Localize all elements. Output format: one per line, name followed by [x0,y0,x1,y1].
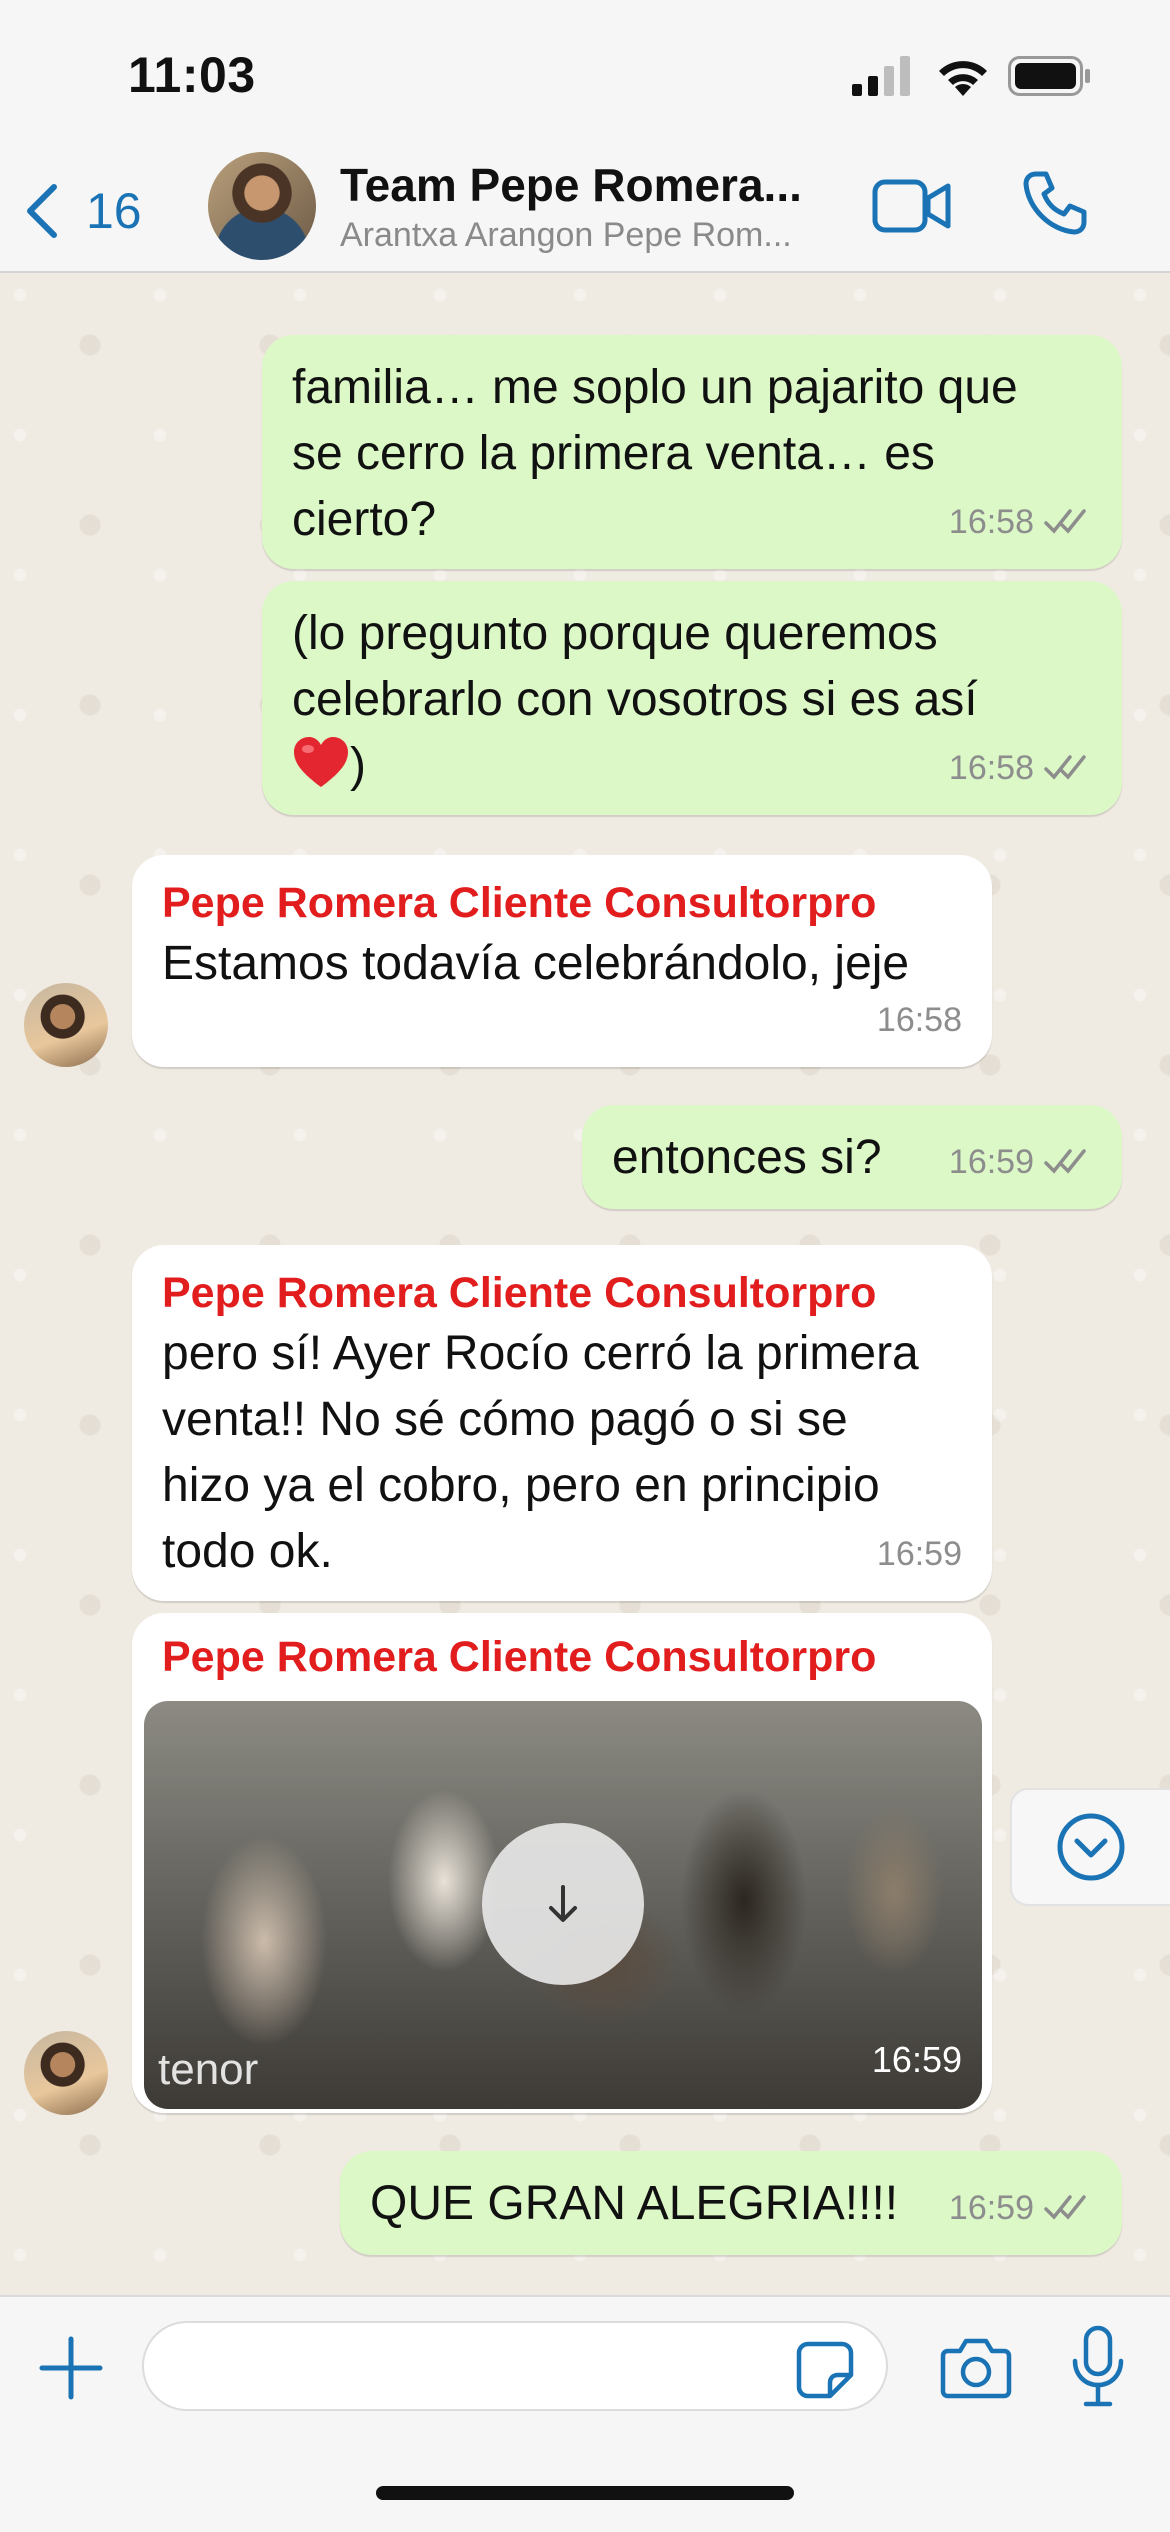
outgoing-message[interactable]: familia… me soplo un pajarito que se cer… [262,335,1122,569]
wifi-icon [939,61,987,96]
sender-name[interactable]: Pepe Romera Cliente Consultorpro [162,1265,962,1321]
download-button[interactable] [482,1823,644,1985]
plus-icon[interactable] [36,2333,106,2403]
incoming-message[interactable]: Pepe Romera Cliente Consultorpro Estamos… [132,855,992,1067]
download-icon [549,1885,577,1922]
double-check-icon [1044,755,1086,780]
message-text-line: venta!! No sé cómo pagó o si se [162,1393,848,1446]
message-text-line: familia… me soplo un pajarito que [292,361,1018,414]
red-heart-emoji [294,737,348,787]
message-time: 16:58 [948,749,1034,787]
sender-name[interactable]: Pepe Romera Cliente Consultorpro [144,1629,980,1685]
incoming-media-message[interactable]: Pepe Romera Cliente Consultorpro tenor 1… [132,1613,992,2113]
message-meta: 16:59 [949,1129,1092,1195]
message-text-line: (lo pregunto porque queremos [292,607,938,660]
message-meta: 16:58 [949,735,1092,801]
double-check-icon [1044,509,1086,534]
message-list[interactable]: familia… me soplo un pajarito que se cer… [0,275,1170,2295]
double-check-icon [1044,1149,1086,1174]
battery-icon [1008,56,1090,96]
scroll-to-bottom-button[interactable] [1010,1788,1170,1906]
message-time: 16:59 [948,1143,1034,1181]
sender-name[interactable]: Pepe Romera Cliente Consultorpro [162,875,962,931]
group-members[interactable]: Arantxa Arangon Pepe Rom... [340,216,840,255]
scroll-down-icon [1057,1813,1125,1881]
outgoing-message[interactable]: entonces si? 16:59 [582,1105,1122,1209]
video-call-icon[interactable] [872,176,952,236]
microphone-icon[interactable] [1070,2325,1126,2409]
home-indicator[interactable] [376,2486,794,2500]
outgoing-message[interactable]: (lo pregunto porque queremos celebrarlo … [262,581,1122,815]
message-time: 16:59 [871,2039,962,2080]
gif-preview[interactable]: tenor 16:59 [144,1701,982,2109]
message-meta: 16:59 [877,1521,962,1587]
message-text-line: pero sí! Ayer Rocío cerró la primera [162,1327,919,1380]
chat-header: 16 Team Pepe Romera... Arantxa Arangon P… [0,150,1170,273]
group-title[interactable]: Team Pepe Romera... [340,158,840,212]
message-meta: 16:58 [877,987,962,1053]
message-text-line: hizo ya el cobro, pero en principio [162,1459,880,1512]
message-time: 16:59 [876,1535,962,1573]
sender-avatar[interactable] [24,983,108,1067]
sticker-icon[interactable] [796,2341,854,2399]
phone-icon[interactable] [1022,170,1088,236]
tenor-watermark: tenor [158,2045,259,2094]
unread-count: 16 [86,183,142,239]
back-button[interactable]: 16 [22,176,162,246]
back-chevron-icon [27,184,57,238]
message-text-line: todo ok. [162,1525,333,1578]
double-check-icon [1044,2195,1086,2220]
message-text-line: Estamos todavía celebrándolo, jeje [162,937,910,990]
signal-icon [852,56,910,96]
incoming-message[interactable]: Pepe Romera Cliente Consultorpro pero sí… [132,1245,992,1601]
message-text-line: se cerro la primera venta… es [292,427,935,480]
status-time: 11:03 [128,47,256,103]
camera-icon[interactable] [940,2335,1012,2399]
message-meta: 16:59 [949,2175,1092,2241]
group-avatar[interactable] [208,152,316,260]
sender-avatar[interactable] [24,2031,108,2115]
message-time: 16:59 [948,2189,1034,2227]
message-input[interactable] [142,2321,888,2411]
message-text-tail: ) [350,739,366,792]
message-time: 16:58 [948,503,1034,541]
message-meta: 16:58 [949,489,1092,555]
message-text-line: celebrarlo con vosotros si es así [292,673,978,726]
message-time: 16:58 [876,1001,962,1039]
outgoing-message[interactable]: QUE GRAN ALEGRIA!!!! 16:59 [340,2151,1122,2255]
status-bar: 11:03 [0,0,1170,150]
